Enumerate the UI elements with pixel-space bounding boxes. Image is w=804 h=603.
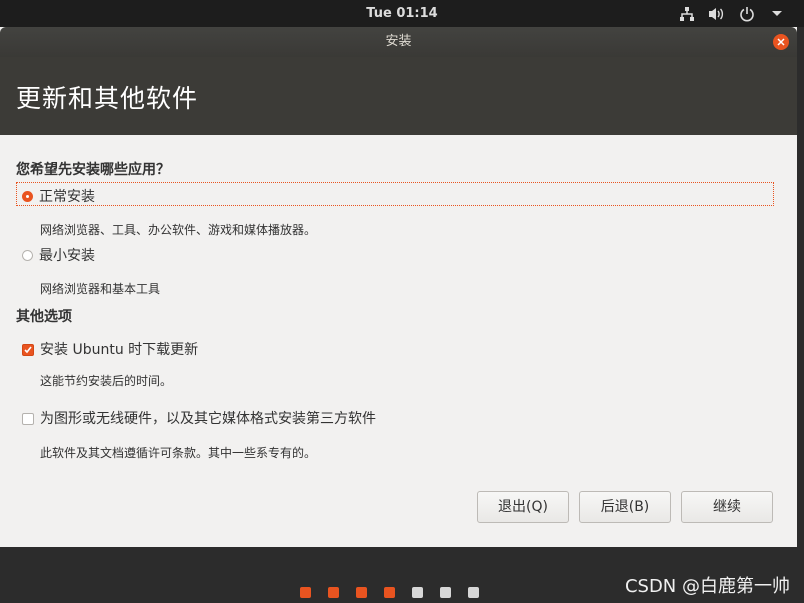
normal-install-option[interactable] <box>16 182 774 206</box>
progress-dot <box>356 587 367 598</box>
network-icon[interactable] <box>678 5 696 23</box>
checkmark-icon <box>24 346 32 354</box>
question-heading: 您希望先安装哪些应用？ <box>16 162 170 178</box>
progress-dot <box>328 587 339 598</box>
window-titlebar[interactable]: 安装 <box>0 27 797 57</box>
other-options-heading: 其他选项 <box>16 309 72 325</box>
progress-dot <box>412 587 423 598</box>
progress-dot <box>300 587 311 598</box>
system-tray <box>678 4 786 24</box>
close-icon <box>777 38 785 46</box>
third-party-desc: 此软件及其文档遵循许可条款。其中一些系专有的。 <box>40 446 317 460</box>
download-updates-checkbox[interactable] <box>22 344 34 356</box>
minimal-install-desc: 网络浏览器和基本工具 <box>40 282 161 296</box>
progress-dots <box>300 587 479 598</box>
volume-icon[interactable] <box>708 5 726 23</box>
watermark: CSDN @白鹿第一帅 <box>624 576 790 597</box>
page-title: 更新和其他软件 <box>16 84 199 113</box>
content-area: 您希望先安装哪些应用？ 正常安装 网络浏览器、工具、办公软件、游戏和媒体播放器。… <box>0 135 797 547</box>
download-updates-desc: 这能节约安装后的时间。 <box>40 374 173 388</box>
minimal-install-radio[interactable] <box>22 250 33 261</box>
continue-button[interactable]: 继续 <box>681 491 773 523</box>
third-party-label[interactable]: 为图形或无线硬件，以及其它媒体格式安装第三方软件 <box>40 408 376 428</box>
progress-dot <box>468 587 479 598</box>
close-button[interactable] <box>773 34 789 50</box>
quit-button[interactable]: 退出(Q) <box>477 491 569 523</box>
download-updates-label[interactable]: 安装 Ubuntu 时下载更新 <box>40 339 198 359</box>
installer-window: 安装 更新和其他软件 您希望先安装哪些应用？ 正常安装 网络浏览器、工具、办公软… <box>0 27 797 547</box>
back-button[interactable]: 后退(B) <box>579 491 671 523</box>
progress-dot <box>440 587 451 598</box>
normal-install-radio[interactable] <box>22 191 33 202</box>
progress-dot <box>384 587 395 598</box>
power-icon[interactable] <box>738 5 756 23</box>
top-panel: Tue 01:14 <box>0 0 804 27</box>
bottom-bar: CSDN @白鹿第一帅 <box>0 547 804 603</box>
normal-install-label[interactable]: 正常安装 <box>39 186 95 206</box>
window-title: 安装 <box>385 34 412 49</box>
normal-install-desc: 网络浏览器、工具、办公软件、游戏和媒体播放器。 <box>40 223 317 237</box>
minimal-install-label[interactable]: 最小安装 <box>39 245 95 265</box>
page-header: 更新和其他软件 <box>0 57 797 135</box>
chevron-down-icon[interactable] <box>768 5 786 23</box>
third-party-checkbox[interactable] <box>22 413 34 425</box>
